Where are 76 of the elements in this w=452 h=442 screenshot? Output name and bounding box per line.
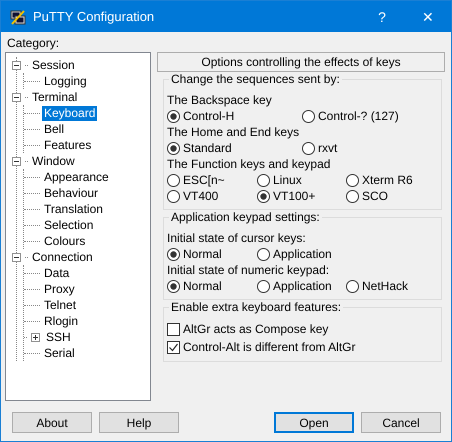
radio-option[interactable]: Control-H — [167, 108, 302, 124]
collapse-icon[interactable] — [12, 92, 21, 102]
dialog-button[interactable]: Help — [99, 412, 179, 433]
radio-option[interactable]: VT100+ — [257, 188, 346, 204]
option-label: The Function keys and keypad — [167, 156, 332, 172]
tree-item[interactable]: Window — [30, 154, 77, 168]
tree-item[interactable]: Keyboard — [42, 106, 98, 120]
radio-button[interactable] — [167, 174, 180, 186]
checkbox[interactable] — [167, 322, 180, 336]
tree-item[interactable]: Bell — [42, 122, 66, 136]
option-label: The Home and End keys — [167, 124, 300, 140]
radio-option[interactable]: Control-? (127) — [302, 108, 435, 124]
radio-button[interactable] — [302, 110, 315, 122]
radio-button[interactable] — [257, 280, 270, 292]
close-button[interactable]: ✕ — [405, 1, 451, 32]
option-label: Initial state of numeric keypad: — [167, 262, 330, 278]
tree-item[interactable]: Telnet — [42, 298, 78, 312]
tree-item[interactable]: Translation — [42, 202, 105, 216]
radio-button[interactable] — [346, 280, 359, 292]
group-title: Application keypad settings: — [169, 210, 322, 224]
radio-option[interactable]: Normal — [167, 278, 257, 294]
radio-option[interactable]: rxvt — [302, 140, 435, 156]
radio-button[interactable] — [257, 190, 270, 202]
checkbox[interactable] — [167, 340, 180, 354]
group-title: Change the sequences sent by: — [169, 72, 342, 86]
tree-item[interactable]: Proxy — [42, 282, 77, 296]
tree-item[interactable]: Connection — [30, 250, 95, 264]
radio-button[interactable] — [346, 190, 359, 202]
tree-item[interactable]: Data — [42, 266, 72, 280]
radio-button[interactable] — [167, 142, 180, 154]
radio-button[interactable] — [346, 174, 359, 186]
dialog-button[interactable]: Open — [274, 412, 354, 433]
radio-button[interactable] — [257, 248, 270, 260]
radio-button[interactable] — [167, 248, 180, 260]
tree-item[interactable]: Rlogin — [42, 314, 80, 328]
tree-item[interactable]: Appearance — [42, 170, 111, 184]
tree-item[interactable]: Logging — [42, 74, 89, 88]
radio-button[interactable] — [302, 142, 315, 154]
window-title: PuTTY Configuration — [33, 9, 156, 24]
radio-option[interactable]: Application — [257, 278, 346, 294]
option-label: Initial state of cursor keys: — [167, 230, 307, 246]
category-label: Category: — [6, 36, 60, 50]
radio-button[interactable] — [257, 174, 270, 186]
radio-option[interactable]: NetHack — [346, 278, 435, 294]
radio-option[interactable]: ESC[n~ — [167, 172, 257, 188]
radio-option[interactable]: VT400 — [167, 188, 257, 204]
dialog-button[interactable]: Cancel — [361, 412, 441, 433]
collapse-icon[interactable] — [12, 60, 21, 70]
help-button[interactable]: ? — [359, 1, 405, 32]
radio-option[interactable]: Xterm R6 — [346, 172, 435, 188]
option-label: The Backspace key — [167, 92, 273, 108]
collapse-icon[interactable] — [12, 252, 21, 262]
dialog-button[interactable]: About — [12, 412, 92, 433]
expand-icon[interactable] — [31, 332, 40, 342]
checkbox-option[interactable]: Control-Alt is different from AltGr — [167, 338, 435, 356]
radio-button[interactable] — [167, 280, 180, 292]
tree-item[interactable]: Behaviour — [42, 186, 100, 200]
panel-heading: Options controlling the effects of keys — [157, 52, 445, 72]
tree-item[interactable]: Serial — [42, 346, 77, 360]
radio-option[interactable]: Standard — [167, 140, 302, 156]
radio-button[interactable] — [167, 190, 180, 202]
tree-item[interactable]: SSH — [44, 330, 73, 344]
tree-item[interactable]: Selection — [42, 218, 96, 232]
tree-item[interactable]: Colours — [42, 234, 88, 248]
radio-option[interactable]: Application — [257, 246, 346, 262]
tree-item[interactable]: Terminal — [30, 90, 80, 104]
tree-item[interactable]: Session — [30, 58, 77, 72]
terminal-icon — [9, 8, 27, 26]
checkbox-option[interactable]: AltGr acts as Compose key — [167, 320, 435, 338]
radio-option[interactable]: Normal — [167, 246, 257, 262]
radio-option[interactable]: Linux — [257, 172, 346, 188]
tree-item[interactable]: Features — [42, 138, 94, 152]
group-title: Enable extra keyboard features: — [169, 300, 344, 314]
collapse-icon[interactable] — [12, 156, 21, 166]
radio-option[interactable]: SCO — [346, 188, 435, 204]
radio-button[interactable] — [167, 110, 180, 122]
